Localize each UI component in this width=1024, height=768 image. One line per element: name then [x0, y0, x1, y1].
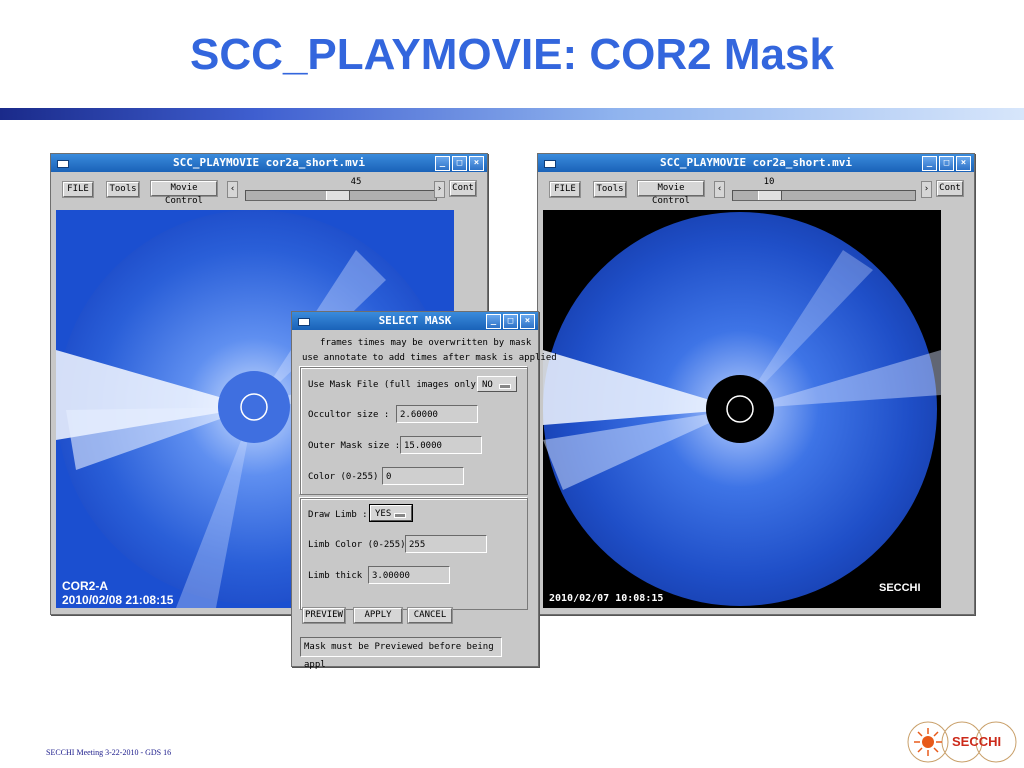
limb-color-label: Limb Color (0-255) [308, 540, 406, 550]
use-mask-file-dropdown[interactable]: NO [477, 376, 517, 392]
preview-button[interactable]: PREVIEW [303, 608, 345, 623]
frame-slider-thumb[interactable] [758, 191, 782, 200]
color-label: Color (0-255) [308, 472, 379, 482]
slider-left-arrow-icon[interactable]: ‹ [714, 181, 725, 198]
slider-left-arrow-icon[interactable]: ‹ [227, 181, 238, 198]
limb-thick-field[interactable]: 3.00000 [368, 566, 450, 584]
limb-color-field[interactable]: 255 [405, 535, 487, 553]
limb-thick-label: Limb thick [308, 571, 363, 581]
info-line-2: use annotate to add times after mask is … [302, 353, 557, 363]
secchi-logo: SECCHI [906, 720, 1018, 764]
minimize-icon[interactable]: _ [486, 314, 501, 329]
file-button[interactable]: FILE [550, 182, 580, 197]
close-icon[interactable]: × [520, 314, 535, 329]
image-timestamp: 2010/02/08 21:08:15 [62, 593, 174, 607]
movie-control-button[interactable]: Movie Control [638, 181, 704, 206]
image-timestamp: 2010/02/07 10:08:15 [549, 593, 664, 604]
secchi-logo: SECCHI [879, 582, 921, 594]
status-message-field: Mask must be Previewed before being appl [300, 637, 502, 670]
frame-slider-thumb[interactable] [326, 191, 350, 200]
maximize-icon[interactable]: □ [939, 156, 954, 171]
secchi-logo-text: SECCHI [952, 734, 1002, 749]
dialog-title: SELECT MASK [378, 314, 452, 327]
slider-right-arrow-icon[interactable]: › [434, 181, 445, 198]
draw-limb-value: YES [375, 509, 392, 519]
occultor-size-field[interactable]: 2.60000 [396, 405, 478, 423]
frame-number: 45 [350, 177, 362, 187]
maximize-icon[interactable]: □ [503, 314, 518, 329]
apply-button[interactable]: APPLY [354, 608, 402, 623]
cont-button[interactable]: Cont [450, 181, 476, 196]
window-titlebar[interactable]: SCC_PLAYMOVIE cor2a_short.mvi _ □ × [51, 154, 487, 172]
window-menu-icon[interactable] [57, 160, 69, 168]
minimize-icon[interactable]: _ [922, 156, 937, 171]
file-button[interactable]: FILE [63, 182, 93, 197]
frame-slider[interactable] [245, 190, 437, 201]
cont-button[interactable]: Cont [937, 181, 963, 196]
close-icon[interactable]: × [469, 156, 484, 171]
window-title: SCC_PLAYMOVIE cor2a_short.mvi [172, 156, 366, 169]
draw-limb-dropdown[interactable]: YES [369, 504, 413, 522]
title-underline-bar [0, 108, 1024, 120]
movie-control-button[interactable]: Movie Control [151, 181, 217, 206]
coronagraph-image [543, 212, 941, 606]
dropdown-indicator-icon [499, 384, 511, 389]
instrument-label: COR2-A [62, 579, 109, 593]
outer-mask-size-field[interactable]: 15.0000 [400, 436, 482, 454]
draw-limb-label: Draw Limb : [308, 510, 368, 520]
outer-mask-size-label: Outer Mask size : [308, 441, 401, 451]
slide-title: SCC_PLAYMOVIE: COR2 Mask [190, 30, 834, 79]
color-field[interactable]: 0 [382, 467, 464, 485]
cor2a-image-right: 2010/02/07 10:08:15 SECCHI [543, 210, 941, 608]
window-menu-icon[interactable] [544, 160, 556, 168]
use-mask-file-value: NO [482, 380, 493, 390]
info-line-1: frames times may be overwritten by mask [320, 338, 532, 348]
tools-button[interactable]: Tools [107, 182, 139, 197]
frame-slider[interactable] [732, 190, 916, 201]
window-menu-icon[interactable] [298, 318, 310, 326]
dialog-titlebar[interactable]: SELECT MASK _ □ × [292, 312, 538, 330]
window-title: SCC_PLAYMOVIE cor2a_short.mvi [659, 156, 853, 169]
footer-text: SECCHI Meeting 3-22-2010 - GDS 16 [46, 748, 172, 757]
frame-number: 10 [763, 177, 775, 187]
occultor-size-label: Occultor size : [308, 410, 390, 420]
close-icon[interactable]: × [956, 156, 971, 171]
window-titlebar[interactable]: SCC_PLAYMOVIE cor2a_short.mvi _ □ × [538, 154, 974, 172]
slider-right-arrow-icon[interactable]: › [921, 181, 932, 198]
use-mask-file-label: Use Mask File (full images only): [308, 380, 487, 390]
minimize-icon[interactable]: _ [435, 156, 450, 171]
dropdown-indicator-icon [394, 513, 406, 518]
cancel-button[interactable]: CANCEL [408, 608, 452, 623]
maximize-icon[interactable]: □ [452, 156, 467, 171]
tools-button[interactable]: Tools [594, 182, 626, 197]
select-mask-dialog: SELECT MASK _ □ × frames times may be ov… [291, 311, 557, 670]
